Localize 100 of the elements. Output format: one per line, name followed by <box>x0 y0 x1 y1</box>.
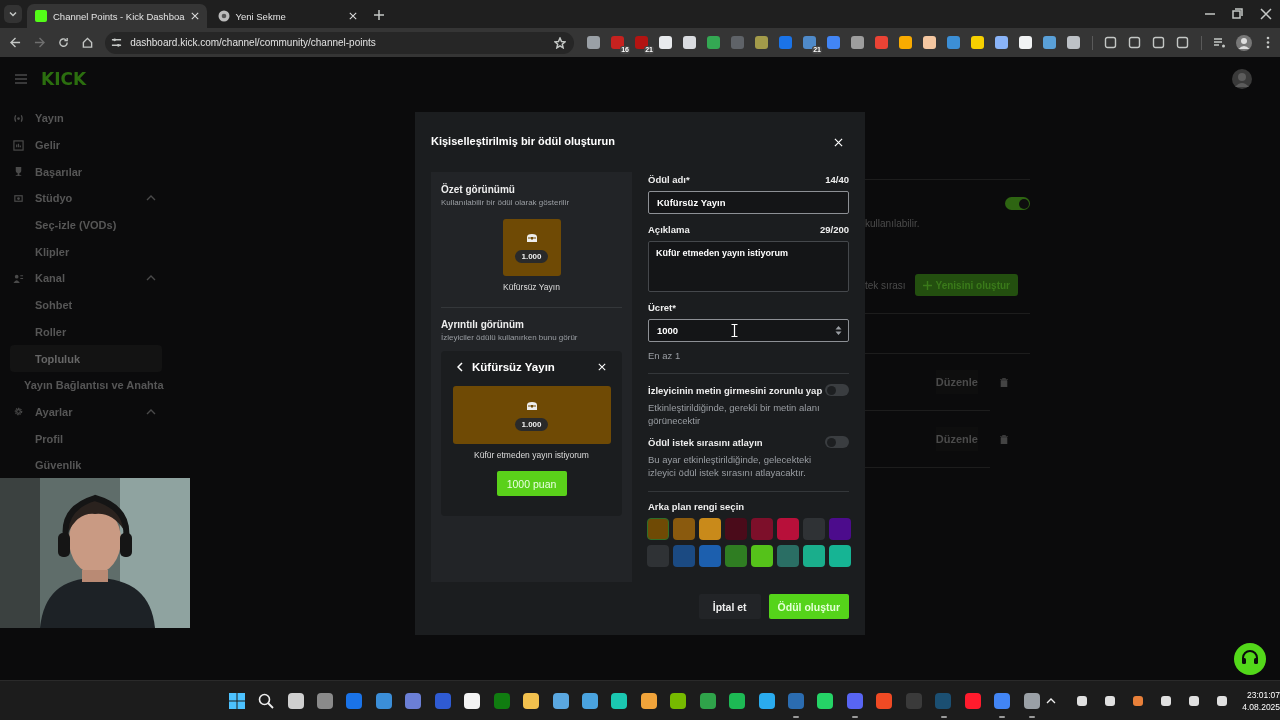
cancel-button[interactable]: İptal et <box>698 594 761 619</box>
reload-icon[interactable] <box>57 37 69 48</box>
extension-icon[interactable] <box>587 36 601 49</box>
app-icon[interactable] <box>1023 692 1040 709</box>
toggle-switch[interactable] <box>825 436 849 448</box>
tray-icon[interactable] <box>1132 694 1145 707</box>
camera-icon <box>13 192 24 204</box>
sidebar-item[interactable]: Güvenlik <box>0 451 165 479</box>
reward-description: Küfür etmeden yayın istiyorum <box>474 450 589 460</box>
user-avatar[interactable] <box>1232 68 1252 89</box>
toolbar-icon[interactable] <box>1104 36 1118 49</box>
color-swatch[interactable] <box>803 545 825 567</box>
color-swatch[interactable] <box>699 545 721 567</box>
app-icon[interactable] <box>464 692 481 709</box>
tray-icon[interactable] <box>1160 694 1173 707</box>
toggle-label: İzleyicinin metin girmesini zorunlu yap <box>648 384 823 396</box>
extension-icon[interactable] <box>899 36 913 49</box>
sidebar-item[interactable]: Gelir <box>0 131 165 159</box>
clock-time[interactable]: 23:01:07 <box>1247 688 1280 701</box>
menu-icon[interactable] <box>1266 36 1270 49</box>
app-icon[interactable] <box>287 692 304 709</box>
color-swatch[interactable] <box>777 518 799 540</box>
input-field[interactable]: Küfürsüz Yayın <box>648 191 849 214</box>
extension-icon[interactable] <box>683 36 697 49</box>
app-icon[interactable] <box>640 692 657 709</box>
toolbar-icon[interactable] <box>1128 36 1142 49</box>
chart-icon <box>13 139 24 151</box>
toolbar-icon[interactable] <box>1176 36 1190 49</box>
sidebar-item[interactable]: Klipler <box>0 238 165 266</box>
color-swatch[interactable] <box>777 545 799 567</box>
search-icon[interactable] <box>258 692 275 709</box>
sidebar-item[interactable]: Stüdyo <box>0 185 165 212</box>
new-tab-icon[interactable] <box>373 10 384 20</box>
color-swatch[interactable] <box>751 518 773 540</box>
color-swatch[interactable] <box>751 545 773 567</box>
sidebar-item[interactable]: Profil <box>0 425 165 452</box>
color-swatch[interactable] <box>829 518 851 540</box>
color-swatch[interactable] <box>673 518 695 540</box>
app-icon[interactable] <box>729 692 746 709</box>
clock-date[interactable]: 4.08.2025 <box>1242 700 1280 713</box>
extension-icon[interactable] <box>995 36 1009 49</box>
sidebar-item[interactable]: Seç-izle (VODs) <box>0 211 165 239</box>
app-icon[interactable] <box>523 692 540 709</box>
plus-icon <box>922 280 932 290</box>
sidebar-item[interactable]: Roller <box>0 318 165 346</box>
playlist-icon[interactable] <box>1213 36 1227 49</box>
card-title: Küfürsüz Yayın <box>472 361 556 373</box>
color-swatch[interactable] <box>725 545 747 567</box>
broadcast-icon <box>13 112 24 124</box>
toggle-switch[interactable] <box>825 384 849 396</box>
toolbar-icon[interactable] <box>1152 36 1166 49</box>
support-button[interactable] <box>1234 643 1266 675</box>
close-icon[interactable] <box>348 12 357 20</box>
sidebar-item[interactable]: Topluluk <box>10 345 162 372</box>
color-swatch[interactable] <box>647 518 669 540</box>
sidebar-item[interactable]: Başarılar <box>0 158 165 186</box>
home-icon[interactable] <box>81 37 93 48</box>
extension-icon[interactable] <box>923 36 937 49</box>
site-settings-icon[interactable] <box>111 37 123 48</box>
forward-icon[interactable] <box>34 37 46 48</box>
tab-list-icon[interactable] <box>9 10 17 18</box>
redeem-button[interactable]: 1000 puan <box>496 471 567 496</box>
address-bar[interactable]: dashboard.kick.com/channel/community/channel-points <box>105 31 574 54</box>
color-swatch[interactable] <box>673 545 695 567</box>
sidebar-item[interactable]: Ayarlar <box>0 398 165 426</box>
tray-icon[interactable] <box>1076 694 1089 707</box>
app-icon[interactable] <box>670 692 687 709</box>
spinner-icon[interactable] <box>835 325 842 336</box>
sidebar-item[interactable]: Yayın Bağlantısı ve Anahta <box>0 371 165 399</box>
extension-icon[interactable] <box>659 36 673 49</box>
app-icon[interactable] <box>758 692 775 709</box>
create-button[interactable]: Ödül oluştur <box>768 594 849 619</box>
sidebar-item[interactable]: Kanal <box>0 265 165 292</box>
extension-icon[interactable] <box>971 36 985 49</box>
text-area[interactable]: Küfür etmeden yayın istiyorum <box>648 241 849 292</box>
number-field[interactable]: 1000 <box>648 319 849 342</box>
windows-icon[interactable] <box>228 692 245 709</box>
toggle-switch[interactable] <box>1005 197 1030 210</box>
sidebar-item[interactable]: Sohbet <box>0 291 165 319</box>
logo[interactable]: KICK <box>41 68 87 89</box>
app-icon[interactable] <box>552 692 569 709</box>
profile-avatar[interactable] <box>1236 34 1252 51</box>
browser-tab[interactable]: Yeni Sekme <box>209 4 365 28</box>
extension-icon[interactable] <box>1019 36 1033 49</box>
tray-icon[interactable] <box>1104 694 1117 707</box>
star-icon[interactable] <box>554 36 566 49</box>
close-icon[interactable] <box>190 12 199 20</box>
extension-icon[interactable] <box>851 36 865 49</box>
color-swatch[interactable] <box>829 545 851 567</box>
tray-icon[interactable] <box>1188 694 1201 707</box>
app-icon[interactable] <box>817 692 834 709</box>
sidebar-item[interactable]: Yayın <box>0 105 165 132</box>
app-icon[interactable] <box>611 692 628 709</box>
app-icon[interactable] <box>581 692 598 709</box>
browser-tab[interactable]: Channel Points - Kick Dashboa <box>27 4 207 28</box>
tray-icon[interactable] <box>1216 694 1229 707</box>
back-icon[interactable] <box>10 37 22 48</box>
color-swatch[interactable] <box>699 518 721 540</box>
color-swatch[interactable] <box>725 518 747 540</box>
extension-icon[interactable] <box>1067 36 1081 49</box>
